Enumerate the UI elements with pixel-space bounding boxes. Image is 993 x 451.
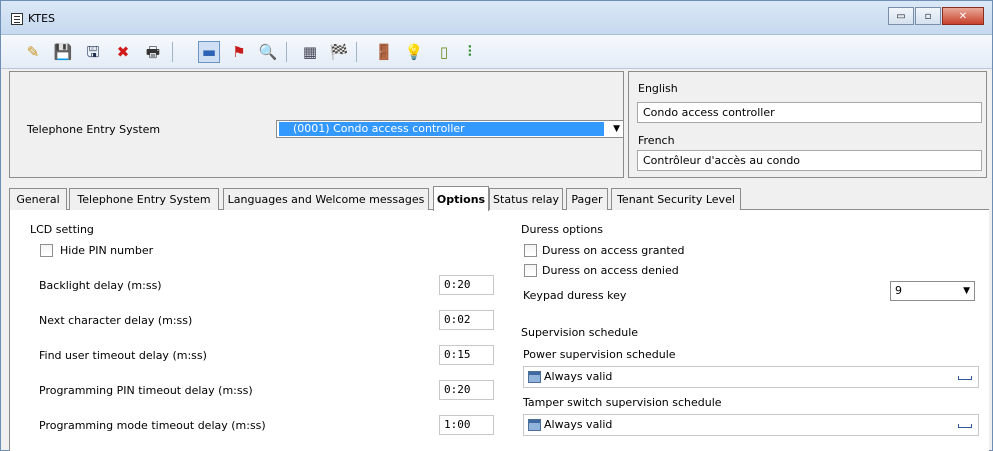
- window-title: KTES: [28, 12, 56, 25]
- light-icon[interactable]: 💡: [403, 41, 425, 63]
- save-icon[interactable]: 💾: [52, 41, 74, 63]
- french-description-field[interactable]: Contrôleur d'accès au condo: [637, 150, 982, 171]
- tab-pager[interactable]: Pager: [566, 188, 608, 210]
- tab-strip: General Telephone Entry System Languages…: [9, 186, 989, 211]
- backlight-delay-label: Backlight delay (m:ss): [39, 279, 162, 292]
- hide-pin-label: Hide PIN number: [60, 244, 154, 257]
- tab-languages-welcome[interactable]: Languages and Welcome messages: [223, 188, 429, 210]
- application-window: KTES ▭ ▫ ✕ ✎ 💾 🖫 ✖ 🖶 ▬ ⚑ 🔍 ▦ 🏁 🚪 💡 ▯ ⠇ T…: [0, 0, 993, 451]
- calendar-icon: [528, 419, 541, 431]
- status-icon[interactable]: ⠇: [461, 41, 483, 63]
- duress-denied-label: Duress on access denied: [542, 264, 679, 277]
- duress-granted-checkbox[interactable]: [524, 244, 537, 257]
- toolbar: ✎ 💾 🖫 ✖ 🖶 ▬ ⚑ 🔍 ▦ 🏁 🚪 💡 ▯ ⠇: [1, 35, 992, 69]
- tes-select[interactable]: (0001) Condo access controller ▼: [276, 120, 624, 138]
- toolbar-separator: [286, 42, 287, 62]
- keypad-duress-key-label: Keypad duress key: [523, 289, 627, 302]
- find-user-timeout-input[interactable]: 0:15: [439, 345, 494, 365]
- title-bar: KTES ▭ ▫ ✕: [1, 1, 992, 35]
- maximize-button[interactable]: ▫: [915, 7, 941, 25]
- supervision-schedule-heading: Supervision schedule: [521, 326, 639, 339]
- english-description-field[interactable]: Condo access controller: [637, 102, 982, 123]
- panel-icon[interactable]: ▯: [433, 41, 455, 63]
- report-icon[interactable]: ▦: [299, 41, 321, 63]
- minimize-button[interactable]: ▭: [888, 7, 914, 25]
- schedule-picker-icon[interactable]: [958, 424, 972, 428]
- chevron-down-icon[interactable]: ▼: [963, 282, 970, 300]
- programming-mode-timeout-input[interactable]: 1:00: [439, 415, 494, 435]
- tab-general[interactable]: General: [9, 188, 67, 210]
- power-supervision-schedule-field[interactable]: Always valid: [523, 366, 979, 388]
- events-icon[interactable]: 🏁: [328, 41, 350, 63]
- door-icon[interactable]: 🚪: [373, 41, 395, 63]
- tes-label: Telephone Entry System: [27, 123, 161, 136]
- tamper-supervision-value: Always valid: [544, 418, 613, 431]
- options-panel: LCD setting Hide PIN number Backlight de…: [9, 210, 989, 451]
- find-user-timeout-label: Find user timeout delay (m:ss): [39, 349, 207, 362]
- duress-granted-label: Duress on access granted: [542, 244, 685, 257]
- toolbar-separator: [356, 42, 357, 62]
- print-icon[interactable]: 🖶: [142, 41, 164, 63]
- tab-telephone-entry-system[interactable]: Telephone Entry System: [69, 188, 219, 210]
- tab-tenant-security-level[interactable]: Tenant Security Level: [611, 188, 741, 210]
- tamper-supervision-schedule-field[interactable]: Always valid: [523, 414, 979, 436]
- toolbar-separator: [172, 42, 173, 62]
- close-button[interactable]: ✕: [942, 7, 984, 25]
- programming-pin-timeout-input[interactable]: 0:20: [439, 380, 494, 400]
- window-controls: ▭ ▫ ✕: [888, 7, 984, 25]
- tes-header-panel: Telephone Entry System (0001) Condo acce…: [9, 71, 624, 178]
- next-character-delay-label: Next character delay (m:ss): [39, 314, 193, 327]
- new-icon[interactable]: ✎: [22, 41, 44, 63]
- hide-pin-checkbox[interactable]: [40, 244, 53, 257]
- keypad-duress-key-select[interactable]: 9 ▼: [890, 281, 975, 301]
- tes-selected-value: (0001) Condo access controller: [279, 122, 604, 136]
- backlight-delay-input[interactable]: 0:20: [439, 275, 494, 295]
- programming-mode-timeout-label: Programming mode timeout delay (m:ss): [39, 419, 266, 432]
- next-character-delay-input[interactable]: 0:02: [439, 310, 494, 330]
- chevron-down-icon[interactable]: ▼: [613, 124, 620, 134]
- tamper-supervision-label: Tamper switch supervision schedule: [523, 396, 722, 409]
- structure-icon[interactable]: ⚑: [228, 41, 250, 63]
- app-icon: [11, 13, 23, 25]
- schedule-picker-icon[interactable]: [958, 376, 972, 380]
- programming-pin-timeout-label: Programming PIN timeout delay (m:ss): [39, 384, 253, 397]
- lcd-setting-heading: LCD setting: [30, 223, 94, 236]
- calendar-icon: [528, 371, 541, 383]
- french-label: French: [638, 134, 675, 147]
- tab-status-relay[interactable]: Status relay: [489, 188, 563, 210]
- duress-options-heading: Duress options: [521, 223, 603, 236]
- view-icon[interactable]: ▬: [198, 41, 220, 63]
- save-all-icon[interactable]: 🖫: [82, 41, 104, 63]
- power-supervision-value: Always valid: [544, 370, 613, 383]
- search-icon[interactable]: 🔍: [257, 41, 279, 63]
- english-label: English: [638, 82, 678, 95]
- power-supervision-label: Power supervision schedule: [523, 348, 676, 361]
- tab-options[interactable]: Options: [433, 186, 489, 211]
- language-panel: English Condo access controller French C…: [628, 71, 987, 178]
- keypad-duress-key-value: 9: [895, 284, 902, 297]
- duress-denied-checkbox[interactable]: [524, 264, 537, 277]
- delete-icon[interactable]: ✖: [112, 41, 134, 63]
